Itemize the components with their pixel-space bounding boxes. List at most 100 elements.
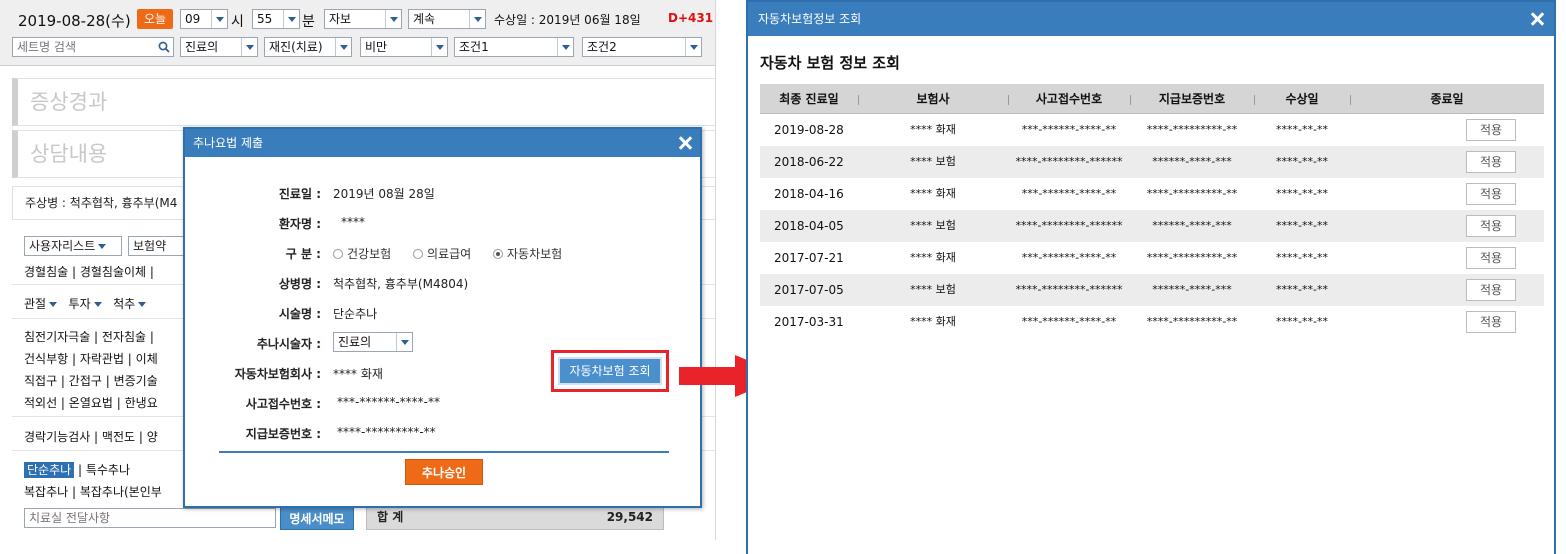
table-header: 최종 진료일 보험사 사고접수번호 지급보증번호 수상일 종료일 — [760, 84, 1544, 114]
today-button[interactable]: 오늘 — [137, 9, 173, 29]
electro-menu-row-3[interactable]: 직접구 | 간접구 | 변증기술 — [24, 372, 158, 389]
special-chuna-item[interactable]: | 특수추나 — [74, 463, 130, 477]
hour-unit: 시 — [231, 14, 244, 30]
chevron-down-icon — [431, 38, 447, 56]
treatment-room-memo-input[interactable] — [25, 509, 273, 527]
cell-injury-date: ****-**-** — [1276, 315, 1328, 328]
chuna-submit-modal: 추나요법 제출 진료일 : 2019년 08월 28일 환자명 : **** 구… — [183, 127, 702, 508]
radio-circle — [333, 249, 343, 259]
radio-circle-selected — [493, 249, 503, 259]
practitioner-select[interactable]: 진료의 — [333, 332, 413, 352]
therapist-select[interactable]: 진료의 — [180, 37, 258, 57]
apply-button[interactable]: 적용 — [1466, 151, 1516, 173]
cell-insurer: **** 화재 — [910, 123, 956, 136]
pulse-menu-row[interactable]: 경락기능검사 | 맥전도 | 양 — [24, 428, 158, 445]
spine-menu[interactable]: 척추 — [113, 297, 147, 311]
cell-insurer: **** 화재 — [910, 187, 956, 200]
joint-menu[interactable]: 관절 — [24, 297, 58, 311]
simple-chuna-item[interactable]: 단순추나 — [24, 462, 75, 478]
chevron-down-icon — [283, 10, 299, 28]
symptom-progress-section[interactable]: 증상경과 — [12, 78, 715, 126]
window-header: 자동차보험정보 조회 — [748, 2, 1554, 36]
cell-accident-no: ***-******-****-** — [1021, 123, 1117, 136]
modal-header: 추나요법 제출 — [185, 129, 700, 157]
cell-injury-date: ****-**-** — [1276, 251, 1328, 264]
chevron-down-icon — [385, 10, 401, 28]
guarantee-no-value: ****-*********-** — [337, 425, 436, 439]
col-accident-no: 사고접수번호 — [1035, 92, 1103, 106]
apply-button[interactable]: 적용 — [1466, 183, 1516, 205]
electro-menu-row-2[interactable]: 건식부항 | 자락관법 | 이체 — [24, 350, 158, 367]
cell-last-visit: 2017-03-31 — [774, 315, 844, 329]
user-list-select[interactable]: 사용자리스트 — [24, 236, 122, 256]
minute-select[interactable]: 55 — [252, 9, 300, 29]
window-title: 자동차 보험 정보 조회 — [760, 54, 900, 72]
table-row: 2018-06-22 **** 보험 ****-********-****** ***… — [760, 146, 1544, 178]
radio-medical-aid[interactable]: 의료급여 — [413, 247, 471, 261]
cell-last-visit: 2017-07-05 — [774, 283, 844, 297]
col-guarantee-no: 지급보증번호 — [1158, 92, 1226, 106]
obesity-select[interactable]: 비만 — [360, 37, 448, 57]
procedure-label: 시술명 : — [278, 307, 321, 321]
cell-last-visit: 2018-04-05 — [774, 219, 844, 233]
hour-select[interactable]: 09 — [180, 9, 228, 29]
chevron-down-icon — [49, 302, 58, 307]
revisit-select[interactable]: 재진(치료) — [264, 37, 352, 57]
acupuncture-menu-row[interactable]: 경혈침술 | 경혈침술이체 | — [24, 263, 154, 280]
cell-guarantee-no: ****-*********-** — [1146, 187, 1238, 200]
cell-last-visit: 2018-04-16 — [774, 187, 844, 201]
window-header-title: 자동차보험정보 조회 — [758, 12, 862, 26]
table-row: 2019-08-28 **** 화재 ***-******-****-** ****-… — [760, 114, 1544, 146]
cell-injury-date: ****-**-** — [1276, 219, 1328, 232]
chevron-down-icon — [685, 38, 701, 56]
apply-button[interactable]: 적용 — [1466, 119, 1516, 141]
set-search-input[interactable] — [13, 38, 151, 56]
chevron-down-icon — [138, 302, 147, 307]
electro-menu-row-4[interactable]: 적외선 | 온열요법 | 한냉요 — [24, 394, 158, 411]
condition1-select[interactable]: 조건1 — [454, 37, 574, 57]
radio-circle — [413, 249, 423, 259]
accident-no-value: ***-******-****-** — [337, 395, 440, 409]
modal-title: 추나요법 제출 — [193, 136, 264, 150]
cell-injury-date: ****-**-** — [1276, 187, 1328, 200]
insurance-type-select[interactable]: 자보 — [324, 9, 402, 29]
search-icon[interactable] — [158, 41, 170, 53]
apply-button[interactable]: 적용 — [1466, 311, 1516, 333]
apply-button[interactable]: 적용 — [1466, 247, 1516, 269]
complex-chuna-row[interactable]: 복잡추나 | 복잡추나(본인부 — [24, 483, 162, 500]
invest-menu[interactable]: 투자 — [69, 297, 102, 311]
chuna-approve-button[interactable]: 추나승인 — [405, 459, 483, 485]
electro-menu-row-1[interactable]: 침전기자극술 | 전자침술 | — [24, 328, 154, 345]
cell-insurer: **** 보험 — [910, 219, 956, 232]
total-label: 합 계 — [377, 510, 404, 524]
table-row: 2017-07-21 **** 화재 ***-******-****-** ****-… — [760, 242, 1544, 274]
procedure-value: 단순추나 — [333, 307, 378, 321]
cell-guarantee-no: ******-****-*** — [1152, 283, 1232, 296]
cell-accident-no: ****-********-****** — [1015, 155, 1123, 168]
col-last-visit: 최종 진료일 — [779, 92, 839, 106]
apply-button[interactable]: 적용 — [1466, 279, 1516, 301]
continuation-select[interactable]: 계속 — [408, 9, 486, 29]
patient-label: 환자명 : — [278, 217, 321, 231]
ins-company-value: **** 화재 — [333, 367, 383, 381]
practitioner-label: 추나시술자 : — [256, 337, 321, 351]
herbal-select[interactable]: 보험약 — [128, 236, 188, 256]
cell-insurer: **** 보험 — [910, 283, 956, 296]
visit-date-label: 진료일 : — [278, 187, 321, 201]
patient-value: **** — [341, 215, 365, 229]
radio-health-insurance[interactable]: 건강보험 — [333, 247, 391, 261]
statement-memo-button[interactable]: 명세서메모 — [280, 506, 354, 530]
chevron-down-icon — [335, 38, 351, 56]
radio-auto-insurance[interactable]: 자동차보험 — [493, 247, 562, 261]
auto-insurance-lookup-button[interactable]: 자동차보험 조회 — [551, 350, 669, 392]
cell-injury-date: ****-**-** — [1276, 123, 1328, 136]
total-value: 29,542 — [606, 510, 653, 524]
chuna-menu-row: 단순추나 | 특수추나 — [24, 461, 130, 478]
apply-button[interactable]: 적용 — [1466, 215, 1516, 237]
condition2-select[interactable]: 조건2 — [582, 37, 702, 57]
chevron-down-icon — [557, 38, 573, 56]
set-search-box — [12, 37, 174, 57]
close-icon[interactable] — [1530, 12, 1544, 26]
close-icon[interactable] — [678, 136, 692, 150]
cell-insurer: **** 화재 — [910, 251, 956, 264]
